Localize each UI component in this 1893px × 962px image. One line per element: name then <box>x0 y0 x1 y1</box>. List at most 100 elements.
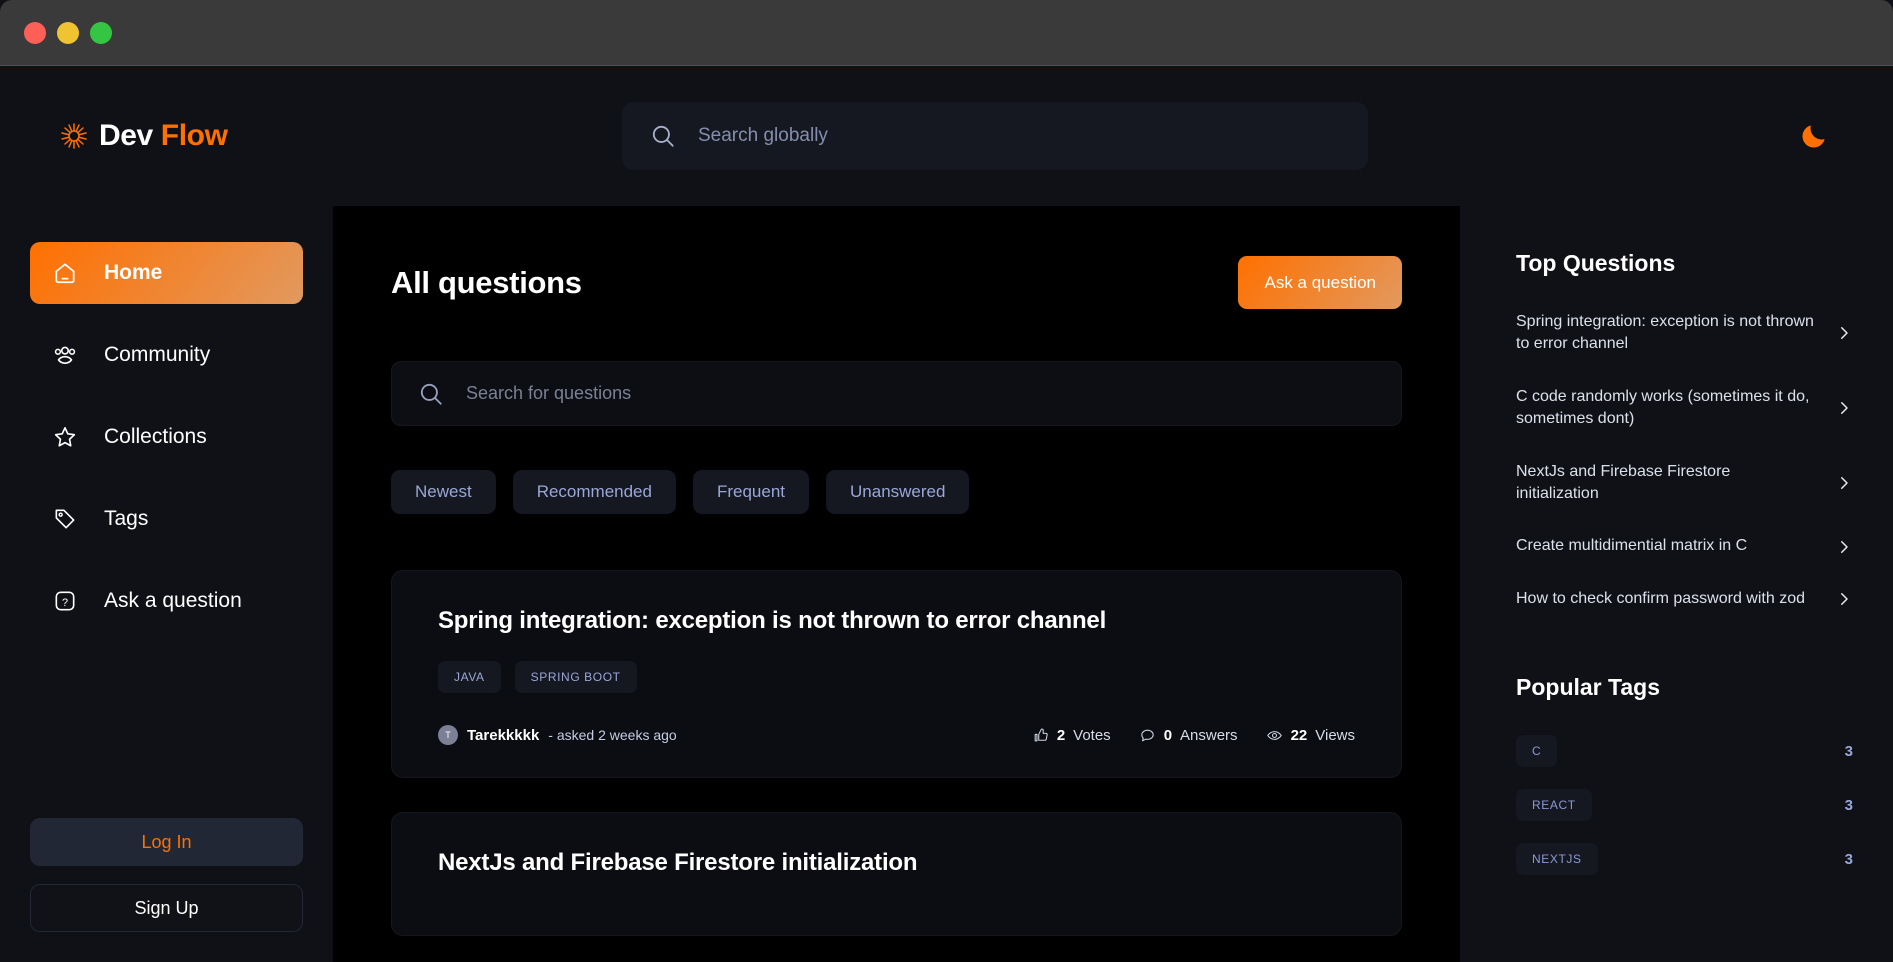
right-sidebar: Top Questions Spring integration: except… <box>1460 206 1893 962</box>
question-footer: T Tarekkkkk - asked 2 weeks ago 2 Votes <box>438 725 1355 745</box>
sidebar-item-community[interactable]: Community <box>30 324 303 386</box>
filter-tabs: Newest Recommended Frequent Unanswered <box>391 470 1402 514</box>
metric-views-value: 22 <box>1290 726 1308 744</box>
star-icon <box>54 426 76 447</box>
moon-icon <box>1802 125 1825 148</box>
question-tag[interactable]: JAVA <box>438 661 501 693</box>
ask-a-question-button[interactable]: Ask a question <box>1238 256 1402 309</box>
chevron-right-icon <box>1841 327 1848 340</box>
metric-votes-value: 2 <box>1056 726 1066 744</box>
top-question-text: How to check confirm password with zod <box>1516 589 1805 607</box>
popular-tag-row[interactable]: NEXTJS 3 <box>1516 843 1853 876</box>
question-mark-icon: ? <box>55 591 75 611</box>
avatar: T <box>438 725 458 745</box>
sidebar-nav: Home Community Collections Tags ? Ask a … <box>30 242 303 632</box>
top-question-item[interactable]: Create multidimential matrix in C <box>1516 535 1853 557</box>
home-icon <box>55 263 75 284</box>
metric-answers-value: 0 <box>1163 726 1173 744</box>
chevron-right-icon <box>1841 402 1848 415</box>
popular-tags-heading: Popular Tags <box>1516 674 1660 701</box>
chevron-right-icon <box>1841 592 1848 605</box>
signup-button[interactable]: Sign Up <box>30 884 303 932</box>
question-card[interactable]: Spring integration: exception is not thr… <box>391 570 1402 778</box>
top-navbar: Dev Flow Search globally <box>0 66 1893 206</box>
popular-tag-count: 3 <box>1844 742 1853 760</box>
thumbs-up-icon <box>1034 728 1048 741</box>
search-icon <box>420 383 442 405</box>
question-title: NextJs and Firebase Firestore initializa… <box>438 849 918 876</box>
metric-votes-label: Votes <box>1073 726 1111 744</box>
app-window: Dev Flow Search globally Home Community … <box>0 0 1893 962</box>
sidebar-item-collections[interactable]: Collections <box>30 406 303 468</box>
question-tags: JAVA SPRING BOOT <box>438 661 1355 693</box>
question-author[interactable]: T Tarekkkkk - asked 2 weeks ago <box>438 725 677 745</box>
question-card[interactable]: NextJs and Firebase Firestore initializa… <box>391 812 1402 936</box>
metric-answers-label: Answers <box>1180 726 1238 744</box>
message-icon <box>1140 729 1154 741</box>
asked-timestamp: - asked 2 weeks ago <box>548 727 677 743</box>
main-header: All questions Ask a question <box>391 256 1402 309</box>
site-logo[interactable]: Dev Flow <box>60 119 228 153</box>
top-question-text: NextJs and Firebase Firestore initializa… <box>1516 462 1731 502</box>
chevron-right-icon <box>1841 540 1848 553</box>
question-title: Spring integration: exception is not thr… <box>438 607 1107 634</box>
sidebar-auth-buttons: Log In Sign Up <box>30 818 303 962</box>
logo-text: Dev Flow <box>99 119 228 153</box>
sun-starburst-icon <box>61 123 87 149</box>
sidebar-item-tags-label: Tags <box>104 507 149 530</box>
chevron-right-icon <box>1841 476 1848 489</box>
sidebar-item-ask-a-question[interactable]: ? Ask a question <box>30 570 303 632</box>
question-search-placeholder: Search for questions <box>466 383 632 403</box>
popular-tag-count: 3 <box>1844 850 1853 868</box>
sidebar-item-tags[interactable]: Tags <box>30 488 303 550</box>
popular-tag-name[interactable]: C <box>1516 735 1558 768</box>
metric-votes: 2 Votes <box>1032 727 1111 744</box>
popular-tag-row[interactable]: REACT 3 <box>1516 789 1853 822</box>
macos-titlebar <box>0 0 1893 66</box>
page-title: All questions <box>391 264 582 300</box>
main-content: All questions Ask a question Search for … <box>333 206 1460 962</box>
popular-tag-name[interactable]: NEXTJS <box>1516 843 1598 876</box>
users-icon <box>54 346 76 364</box>
top-question-text: C code randomly works (sometimes it do, … <box>1516 387 1810 428</box>
sidebar-item-home[interactable]: Home <box>30 242 303 304</box>
popular-tag-count: 3 <box>1844 796 1853 814</box>
sidebar-item-community-label: Community <box>104 343 211 366</box>
left-sidebar: Home Community Collections Tags ? Ask a … <box>0 206 333 962</box>
top-question-text: Spring integration: exception is not thr… <box>1516 313 1814 353</box>
top-question-item[interactable]: NextJs and Firebase Firestore initializa… <box>1516 461 1853 506</box>
filter-tab-newest[interactable]: Newest <box>391 470 496 514</box>
metric-views-label: Views <box>1315 726 1355 744</box>
minimize-window-button[interactable] <box>57 21 79 44</box>
eye-icon <box>1266 730 1282 740</box>
filter-tab-recommended[interactable]: Recommended <box>512 470 676 514</box>
popular-tag-row[interactable]: C 3 <box>1516 735 1853 768</box>
sidebar-item-home-label: Home <box>104 261 163 284</box>
page-body: Home Community Collections Tags ? Ask a … <box>0 206 1893 962</box>
author-name: Tarekkkkk <box>467 726 540 744</box>
sidebar-item-ask-a-question-label: Ask a question <box>104 589 242 612</box>
metric-answers: 0 Answers <box>1139 727 1238 744</box>
search-icon <box>652 125 674 147</box>
top-question-item[interactable]: How to check confirm password with zod <box>1516 588 1853 610</box>
top-question-item[interactable]: Spring integration: exception is not thr… <box>1516 311 1853 356</box>
top-question-item[interactable]: C code randomly works (sometimes it do, … <box>1516 386 1853 431</box>
filter-tab-frequent[interactable]: Frequent <box>692 470 810 514</box>
global-search-input[interactable]: Search globally <box>622 102 1368 170</box>
svg-text:?: ? <box>62 597 68 609</box>
top-question-text: Create multidimential matrix in C <box>1516 537 1748 555</box>
theme-toggle-button[interactable] <box>1797 119 1831 153</box>
question-search-input[interactable]: Search for questions <box>391 361 1402 426</box>
maximize-window-button[interactable] <box>90 21 112 44</box>
global-search-placeholder: Search globally <box>698 125 828 146</box>
question-tag[interactable]: SPRING BOOT <box>514 661 637 693</box>
login-button[interactable]: Log In <box>30 818 303 866</box>
close-window-button[interactable] <box>24 21 46 44</box>
metric-views: 22 Views <box>1266 727 1355 744</box>
top-questions-heading: Top Questions <box>1516 250 1676 276</box>
filter-tab-unanswered[interactable]: Unanswered <box>826 470 970 514</box>
logo-text-primary: Dev <box>99 119 153 152</box>
tag-icon <box>55 509 75 529</box>
popular-tag-name[interactable]: REACT <box>1516 789 1592 822</box>
